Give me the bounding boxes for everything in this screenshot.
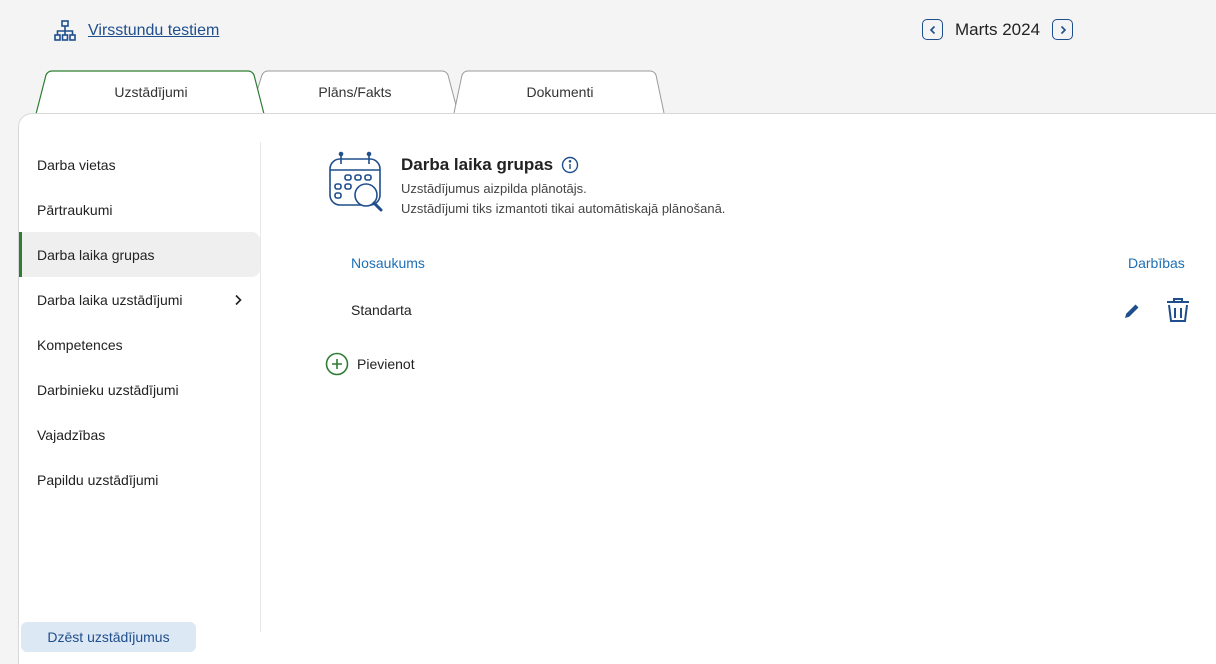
org-link[interactable]: Virsstundu testiem	[54, 20, 219, 42]
sidebar-item-darbinieku-uzstadijumi[interactable]: Darbinieku uzstādījumi	[19, 367, 260, 412]
chevron-left-icon	[929, 25, 935, 34]
sidebar-item-partraukumi[interactable]: Pārtraukumi	[19, 187, 260, 232]
org-link-label[interactable]: Virsstundu testiem	[88, 22, 219, 40]
chevron-right-icon	[1060, 25, 1066, 34]
page-title: Darba laika grupas	[401, 155, 554, 174]
chevron-right-icon	[235, 294, 242, 305]
prev-month-button[interactable]	[922, 19, 943, 40]
pencil-icon[interactable]	[1122, 301, 1142, 321]
sidebar-item-darba-laika-uzstadijumi[interactable]: Darba laika uzstādījumi	[19, 277, 260, 322]
info-icon[interactable]	[561, 156, 579, 174]
title-row: Darba laika grupas	[401, 155, 579, 175]
sidebar-item-papildu-uzstadijumi[interactable]: Papildu uzstādījumi	[19, 457, 260, 502]
next-month-button[interactable]	[1052, 19, 1074, 40]
sidebar-item-darba-laika-grupas[interactable]: Darba laika grupas	[19, 232, 260, 277]
delete-settings-button[interactable]: Dzēst uzstādījumus	[21, 622, 196, 652]
add-button[interactable]: Pievienot	[325, 352, 415, 376]
month-label: Marts 2024	[955, 19, 1041, 39]
sidebar: Darba vietas Pārtraukumi Darba laika gru…	[19, 142, 261, 632]
tab-plans-fakts[interactable]: Plāns/Fakts	[249, 70, 460, 114]
sidebar-item-kompetences[interactable]: Kompetences	[19, 322, 260, 367]
tab-uzstadijumi[interactable]: Uzstādījumi	[35, 70, 266, 115]
add-label: Pievienot	[357, 356, 415, 372]
trash-icon[interactable]	[1165, 296, 1191, 324]
sidebar-item-darba-vietas[interactable]: Darba vietas	[19, 142, 260, 187]
tab-bar: Plāns/Fakts Dokumenti Uzstādījumi	[30, 70, 680, 115]
subtitle-planner: Uzstādījumus aizpilda plānotājs.	[401, 181, 587, 196]
column-header-actions: Darbības	[1128, 255, 1185, 271]
calendar-search-icon	[329, 151, 383, 212]
settings-panel: Darba vietas Pārtraukumi Darba laika gru…	[18, 113, 1216, 664]
org-chart-icon	[54, 20, 76, 41]
month-navigator: Marts 2024	[922, 19, 1074, 40]
sidebar-item-vajadzibas[interactable]: Vajadzības	[19, 412, 260, 457]
tab-dokumenti[interactable]: Dokumenti	[453, 70, 666, 114]
table-row-name: Standarta	[351, 302, 412, 318]
plus-circle-icon	[325, 352, 349, 376]
column-header-name[interactable]: Nosaukums	[351, 255, 425, 271]
subtitle-automatic: Uzstādījumi tiks izmantoti tikai automāt…	[401, 201, 726, 216]
